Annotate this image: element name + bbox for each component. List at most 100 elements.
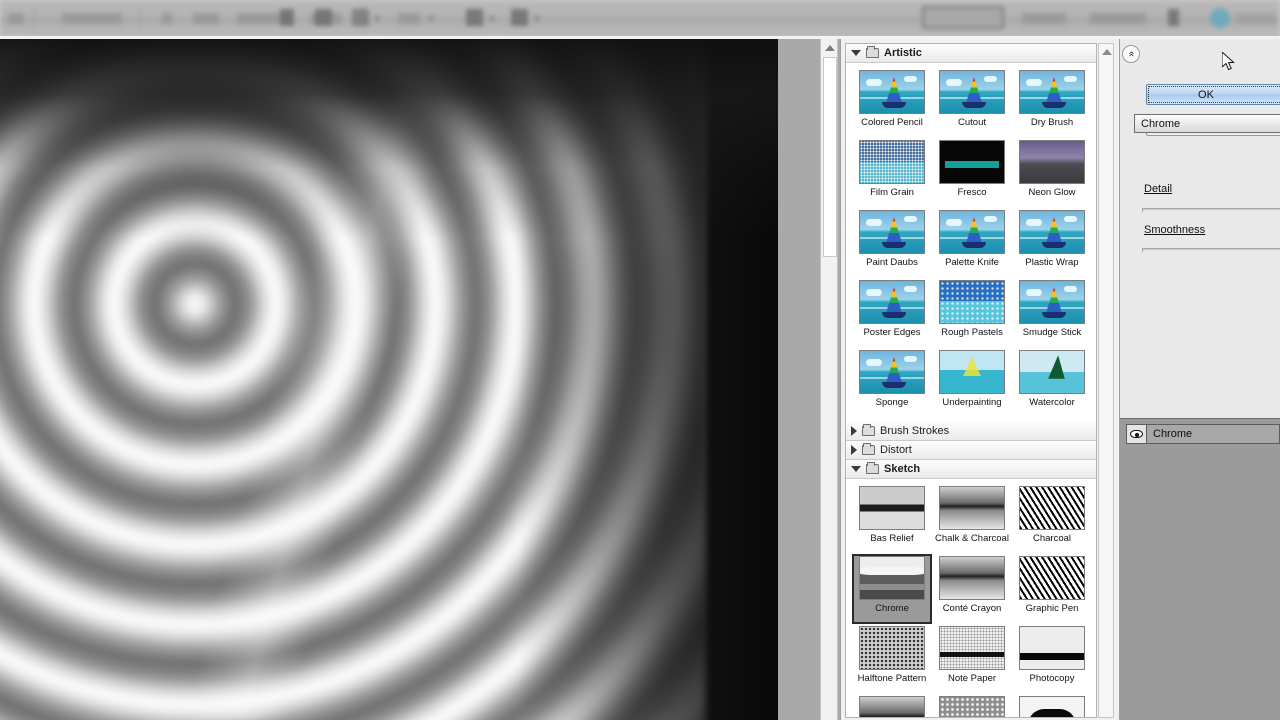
filter-thumbnail-cutout[interactable]: Cutout	[932, 68, 1012, 138]
chevron-down-icon[interactable]	[851, 50, 861, 56]
chevron-right-icon[interactable]	[851, 445, 857, 455]
filter-thumbnail-fresco[interactable]: Fresco	[932, 138, 1012, 208]
filter-thumbnail-chalk-charcoal[interactable]: Chalk & Charcoal	[932, 484, 1012, 554]
filter-thumbnail-image	[939, 140, 1005, 184]
filter-thumbnail-label: Chrome	[875, 603, 909, 614]
filter-thumbnail-film-grain[interactable]: Film Grain	[852, 138, 932, 208]
filter-thumbnail-palette-knife[interactable]: Palette Knife	[932, 208, 1012, 278]
layer-visibility-toggle[interactable]	[1126, 424, 1147, 444]
filter-thumbnail-label: Rough Pastels	[941, 327, 1003, 338]
filter-thumbnail-sponge[interactable]: Sponge	[852, 348, 932, 418]
filter-thumbnail-paint-daubs[interactable]: Paint Daubs	[852, 208, 932, 278]
filter-thumbnail-underpainting[interactable]: Underpainting	[932, 348, 1012, 418]
filter-thumbnail-colored-pencil[interactable]: Colored Pencil	[852, 68, 932, 138]
filter-thumbnail-neon-glow[interactable]: Neon Glow	[1012, 138, 1092, 208]
thumb-art	[1020, 487, 1084, 529]
filter-thumbnail-graphic-pen[interactable]: Graphic Pen	[1012, 554, 1092, 624]
filter-thumbnail-label: Conté Crayon	[942, 603, 1002, 614]
filter-thumbnail-image	[859, 486, 925, 530]
filter-thumbnail-label: Neon Glow	[1028, 187, 1076, 198]
thumb-art	[940, 697, 1004, 717]
thumb-art	[860, 557, 924, 599]
hull-shape	[882, 242, 906, 248]
thumb-art	[940, 351, 1004, 393]
gallery-vertical-scrollbar[interactable]	[1098, 43, 1114, 718]
filter-thumbnail-label: Bas Relief	[870, 533, 914, 544]
filter-thumbnail-photocopy[interactable]: Photocopy	[1012, 624, 1092, 694]
hull-shape	[882, 102, 906, 108]
filter-thumbnail-image	[1019, 140, 1085, 184]
thumb-art	[1020, 557, 1084, 599]
filter-thumbnail-image	[859, 280, 925, 324]
filter-thumbnail-image	[939, 486, 1005, 530]
cloud-shape	[984, 216, 997, 222]
thumb-art	[940, 281, 1004, 323]
thumb-art	[1020, 141, 1084, 183]
cloud-shape	[946, 219, 962, 226]
thumb-art	[1020, 627, 1084, 669]
filter-thumbnail-image	[939, 70, 1005, 114]
filter-thumbnail-charcoal[interactable]: Charcoal	[1012, 484, 1092, 554]
cloud-shape	[904, 216, 917, 222]
gallery-category-artistic[interactable]: Artistic	[846, 44, 1096, 63]
gallery-category-sketch[interactable]: Sketch	[846, 460, 1096, 479]
cloud-shape	[946, 79, 962, 86]
filter-thumbnail-plastic-wrap[interactable]: Plastic Wrap	[1012, 208, 1092, 278]
filter-thumbnail-chrome[interactable]: Chrome	[852, 554, 932, 624]
filter-thumbnail-dry-brush[interactable]: Dry Brush	[1012, 68, 1092, 138]
filter-thumbnail-label: Watercolor	[1029, 397, 1075, 408]
filter-thumbnail-image	[939, 696, 1005, 717]
effect-layers-panel[interactable]: Chrome	[1120, 418, 1280, 720]
filter-thumbnail-watercolor[interactable]: Watercolor	[1012, 348, 1092, 418]
detail-slider-track[interactable]	[1142, 208, 1280, 212]
filter-thumbnail-label: Palette Knife	[945, 257, 999, 268]
filter-thumbnail-label: Colored Pencil	[861, 117, 923, 128]
smoothness-slider-group: Smoothness	[1144, 224, 1280, 236]
cloud-shape	[904, 76, 917, 82]
filter-thumbnail-image	[859, 696, 925, 717]
filter-thumbnail-rough-pastels[interactable]: Rough Pastels	[932, 278, 1012, 348]
scroll-up-arrow-icon[interactable]	[1102, 49, 1112, 55]
filter-thumbnail-reticulation[interactable]: Reticulation	[932, 694, 1012, 717]
preview-vertical-scrollbar[interactable]	[820, 39, 838, 720]
thumb-art	[860, 627, 924, 669]
scroll-up-arrow-icon[interactable]	[825, 45, 835, 51]
filter-thumbnail-grid: Colored Pencil Cutout Dry Brush Film Grain F…	[846, 63, 1096, 422]
filter-thumbnail-halftone-pattern[interactable]: Halftone Pattern	[852, 624, 932, 694]
filter-thumbnail-label: Note Paper	[947, 673, 997, 684]
chevron-right-icon[interactable]	[851, 426, 857, 436]
filter-thumbnail-cont-crayon[interactable]: Conté Crayon	[932, 554, 1012, 624]
filter-thumbnail-label: Smudge Stick	[1022, 327, 1082, 338]
gallery-category-distort[interactable]: Distort	[846, 441, 1096, 460]
cloud-shape	[1064, 216, 1077, 222]
cloud-shape	[1064, 76, 1077, 82]
filter-thumbnail-grid: Bas Relief Chalk & Charcoal Charcoal Chrome…	[846, 479, 1096, 717]
filter-thumbnail-bas-relief[interactable]: Bas Relief	[852, 484, 932, 554]
filter-name-select[interactable]: Chrome	[1134, 114, 1280, 133]
scrollbar-thumb[interactable]	[823, 57, 837, 257]
collapse-panel-button[interactable]: «	[1122, 45, 1140, 63]
filter-thumbnail-poster-edges[interactable]: Poster Edges	[852, 278, 932, 348]
filter-thumbnail-note-paper[interactable]: Note Paper	[932, 624, 1012, 694]
hull-shape	[962, 242, 986, 248]
filter-thumbnail-label: Graphic Pen	[1025, 603, 1079, 614]
hull-shape	[882, 382, 906, 388]
gallery-category-brush-strokes[interactable]: Brush Strokes	[846, 422, 1096, 441]
filter-category-list[interactable]: Artistic Colored Pencil Cutout Dry Brush Fil…	[845, 43, 1097, 718]
thumb-art	[940, 557, 1004, 599]
filter-thumbnail-label: Poster Edges	[863, 327, 921, 338]
photoshop-filter-gallery-window: Artistic Colored Pencil Cutout Dry Brush Fil…	[0, 0, 1280, 720]
eye-icon	[1130, 430, 1143, 438]
filter-thumbnail-stamp[interactable]: Stamp	[1012, 694, 1092, 717]
layer-item-chrome[interactable]: Chrome	[1126, 424, 1280, 444]
chevron-down-icon[interactable]	[851, 466, 861, 472]
filter-gallery-panel[interactable]: Artistic Colored Pencil Cutout Dry Brush Fil…	[840, 39, 1120, 720]
smoothness-slider-track[interactable]	[1142, 248, 1280, 252]
options-toolbar[interactable]	[0, 0, 1280, 36]
ok-button[interactable]: OK	[1146, 84, 1280, 105]
filter-thumbnail-plaster[interactable]: Plaster	[852, 694, 932, 717]
filter-thumbnail-smudge-stick[interactable]: Smudge Stick	[1012, 278, 1092, 348]
filter-preview-canvas[interactable]	[0, 39, 778, 720]
thumb-art	[940, 627, 1004, 669]
smoothness-slider-label: Smoothness	[1144, 224, 1206, 236]
